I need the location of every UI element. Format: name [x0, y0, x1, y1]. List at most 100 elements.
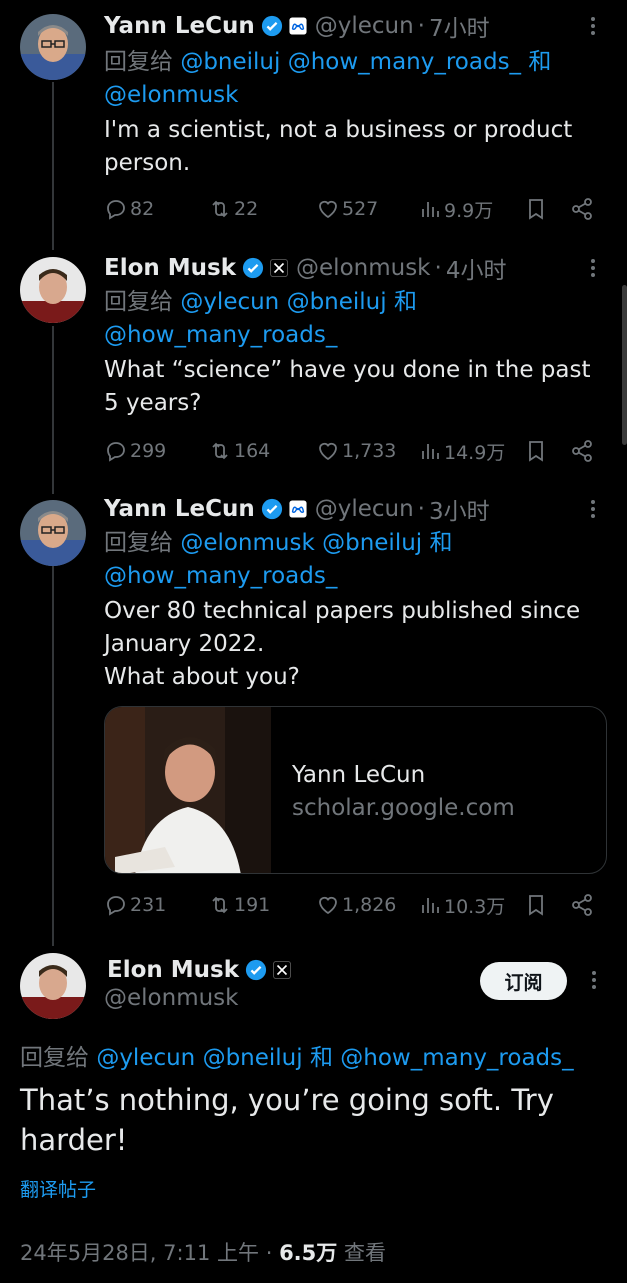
- more-options-icon[interactable]: [581, 14, 605, 38]
- author-handle[interactable]: @elonmusk: [104, 985, 238, 1011]
- card-thumbnail: [105, 707, 271, 873]
- retweet-button[interactable]: 22: [208, 197, 258, 221]
- mention-link[interactable]: @how_many_roads_: [340, 1045, 573, 1071]
- tweet[interactable]: Yann LeCun @ylecun · 3小时 回复给 @elonmusk @…: [0, 490, 627, 935]
- mention-link[interactable]: @how_many_roads_: [104, 322, 337, 348]
- translate-link[interactable]: 翻译帖子: [20, 1175, 96, 1202]
- reply-join: 和: [429, 530, 453, 556]
- tweet[interactable]: Elon Musk @elonmusk · 4小时 回复给 @ylecun @b…: [0, 245, 627, 490]
- avatar[interactable]: [20, 953, 86, 1019]
- author-name[interactable]: Yann LeCun: [104, 13, 255, 39]
- tweet-text: I'm a scientist, not a business or produ…: [104, 117, 573, 176]
- meta-icon[interactable]: [289, 500, 307, 518]
- reply-join: 和: [528, 49, 552, 75]
- author-name[interactable]: Elon Musk: [104, 255, 236, 281]
- timestamp[interactable]: 24年5月28日, 7:11 上午: [20, 1241, 259, 1265]
- author-handle[interactable]: @ylecun: [315, 13, 414, 39]
- verified-badge-icon: [242, 257, 264, 279]
- bookmark-icon[interactable]: [524, 893, 548, 917]
- mention-link[interactable]: @elonmusk: [104, 82, 238, 108]
- more-options-icon[interactable]: [581, 256, 605, 280]
- reply-join: 和: [309, 1045, 333, 1071]
- reply-to-line: 回复给 @bneiluj @how_many_roads_ 和 @elonmus…: [104, 46, 605, 112]
- views-count: 6.5万: [279, 1241, 338, 1265]
- separator-dot: ·: [434, 255, 442, 281]
- retweet-button[interactable]: 164: [208, 439, 270, 463]
- subscribe-button[interactable]: 订阅: [480, 962, 567, 1000]
- views-count: 10.3万: [444, 895, 506, 918]
- reply-prefix: 回复给: [20, 1045, 89, 1071]
- bookmark-icon[interactable]: [524, 197, 548, 221]
- share-icon[interactable]: [570, 439, 594, 463]
- views-button[interactable]: 14.9万: [418, 438, 505, 465]
- reply-prefix: 回复给: [104, 289, 173, 315]
- reply-icon: [107, 200, 125, 220]
- reply-icon: [107, 896, 125, 916]
- share-icon[interactable]: [570, 893, 594, 917]
- avatar[interactable]: [20, 14, 86, 80]
- author-name[interactable]: Elon Musk: [107, 957, 239, 983]
- verified-badge-icon: [245, 959, 267, 981]
- card-domain: scholar.google.com: [292, 795, 515, 821]
- tweet-time[interactable]: 3小时: [429, 492, 490, 526]
- author-handle[interactable]: @ylecun: [315, 496, 414, 522]
- separator-dot: ·: [417, 13, 425, 39]
- mention-link[interactable]: @ylecun: [96, 1045, 195, 1071]
- mention-link[interactable]: @how_many_roads_: [104, 563, 337, 589]
- reply-count: 299: [130, 440, 167, 462]
- heart-icon: [319, 442, 337, 461]
- like-button[interactable]: 1,733: [316, 439, 396, 463]
- reply-button[interactable]: 82: [104, 197, 154, 221]
- bookmark-icon[interactable]: [524, 439, 548, 463]
- tweet-time[interactable]: 7小时: [429, 9, 490, 43]
- more-options-icon[interactable]: [582, 968, 606, 992]
- retweet-button[interactable]: 191: [208, 893, 270, 917]
- tweet-text-line2: What about you?: [104, 664, 300, 690]
- tweet-actions: 299 164 1,733 14.9万: [104, 438, 604, 464]
- tweet-actions: 82 22 527 9.9万: [104, 196, 604, 222]
- reply-prefix: 回复给: [104, 530, 173, 556]
- author-handle[interactable]: @elonmusk: [296, 255, 430, 281]
- tweet-text: That’s nothing, you’re going soft. Try h…: [20, 1083, 554, 1157]
- mention-link[interactable]: @elonmusk: [180, 530, 314, 556]
- like-count: 1,733: [342, 440, 397, 462]
- like-count: 527: [342, 198, 379, 220]
- views-button[interactable]: 10.3万: [418, 892, 505, 919]
- separator-dot: ·: [265, 1241, 273, 1265]
- avatar[interactable]: [20, 257, 86, 323]
- like-count: 1,826: [342, 894, 397, 916]
- reply-button[interactable]: 231: [104, 893, 166, 917]
- more-options-icon[interactable]: [581, 497, 605, 521]
- mention-link[interactable]: @bneiluj: [322, 530, 422, 556]
- retweet-icon: [212, 896, 228, 914]
- reply-count: 231: [130, 894, 167, 916]
- meta-icon[interactable]: [289, 17, 307, 35]
- card-title: Yann LeCun: [292, 762, 426, 788]
- views-button[interactable]: 9.9万: [418, 196, 493, 223]
- reply-prefix: 回复给: [104, 49, 173, 75]
- views-label: 查看: [343, 1241, 386, 1265]
- mention-link[interactable]: @bneiluj: [203, 1045, 303, 1071]
- x-icon[interactable]: [270, 259, 289, 277]
- mention-link[interactable]: @bneiluj: [180, 49, 280, 75]
- like-button[interactable]: 1,826: [316, 893, 396, 917]
- separator-dot: ·: [417, 496, 425, 522]
- views-count: 14.9万: [444, 441, 506, 464]
- like-button[interactable]: 527: [316, 197, 378, 221]
- reply-to-line: 回复给 @ylecun @bneiluj 和 @how_many_roads_: [104, 286, 605, 352]
- verified-badge-icon: [261, 15, 282, 37]
- mention-link[interactable]: @bneiluj: [287, 289, 387, 315]
- mention-link[interactable]: @how_many_roads_: [288, 49, 521, 75]
- link-card[interactable]: Yann LeCun scholar.google.com: [104, 706, 607, 874]
- avatar[interactable]: [20, 500, 86, 566]
- mention-link[interactable]: @ylecun: [180, 289, 279, 315]
- reply-button[interactable]: 299: [104, 439, 166, 463]
- share-icon[interactable]: [570, 197, 594, 221]
- tweet[interactable]: Yann LeCun @ylecun · 7小时 回复给 @bneiluj @h…: [0, 0, 627, 245]
- reply-icon: [107, 442, 125, 462]
- tweet-time[interactable]: 4小时: [446, 251, 507, 285]
- x-icon[interactable]: [273, 961, 292, 979]
- tweet-meta: 24年5月28日, 7:11 上午 · 6.5万 查看: [20, 1237, 386, 1267]
- author-name[interactable]: Yann LeCun: [104, 496, 255, 522]
- views-count: 9.9万: [444, 199, 494, 222]
